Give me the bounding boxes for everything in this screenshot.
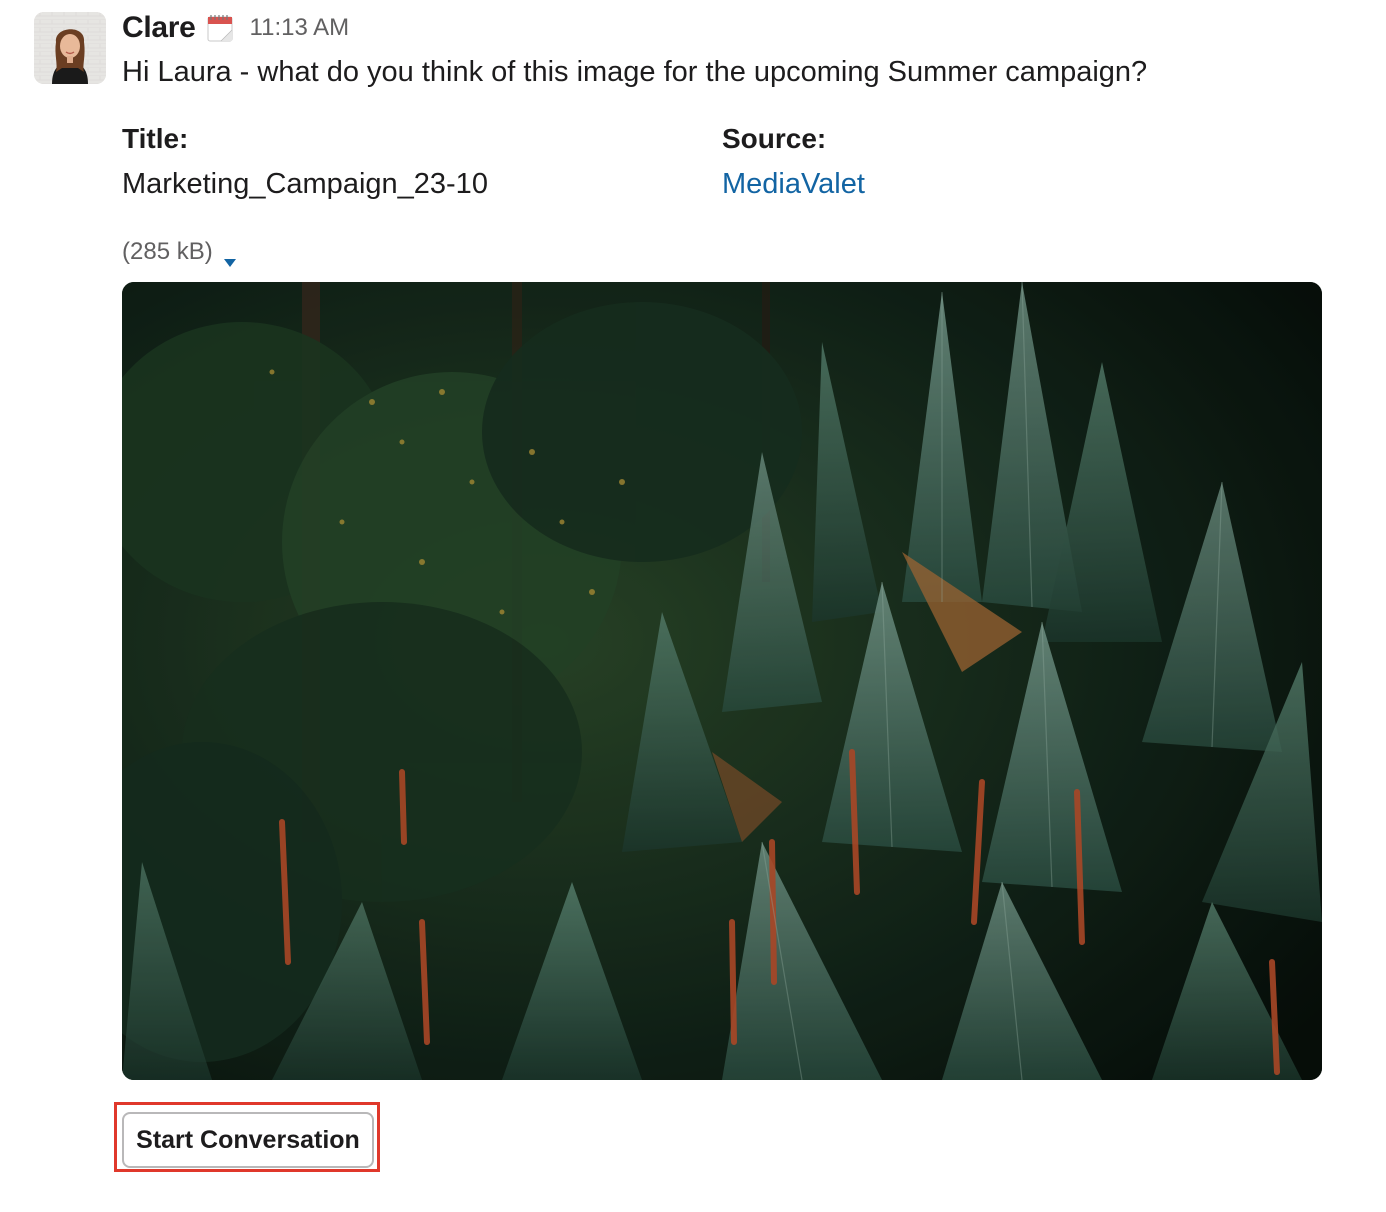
title-label: Title: [122, 123, 189, 154]
chat-message: Clare 11:13 AM Hi Laura - what do you th… [0, 0, 1386, 1212]
image-attachment[interactable] [122, 282, 1322, 1080]
avatar[interactable] [34, 12, 106, 84]
jungle-photo [122, 282, 1322, 1080]
message-timestamp[interactable]: 11:13 AM [250, 14, 350, 42]
title-value: Marketing_Campaign_23-10 [122, 168, 488, 200]
message-text: Hi Laura - what do you think of this ima… [122, 56, 1148, 88]
file-size: (285 kB) [122, 238, 213, 265]
source-link[interactable]: MediaValet [722, 164, 865, 204]
title-field: Title: Marketing_Campaign_23-10 [122, 120, 488, 204]
calendar-icon[interactable] [206, 13, 234, 43]
source-field: Source: MediaValet [722, 120, 865, 204]
file-meta: (285 kB) [122, 234, 237, 270]
message-header: Clare 11:13 AM [122, 8, 349, 48]
source-label: Source: [722, 123, 827, 154]
start-conversation-button[interactable]: Start Conversation [122, 1112, 374, 1168]
user-avatar-image [34, 12, 106, 84]
caret-down-icon[interactable] [223, 247, 237, 267]
sender-name[interactable]: Clare [122, 11, 196, 45]
